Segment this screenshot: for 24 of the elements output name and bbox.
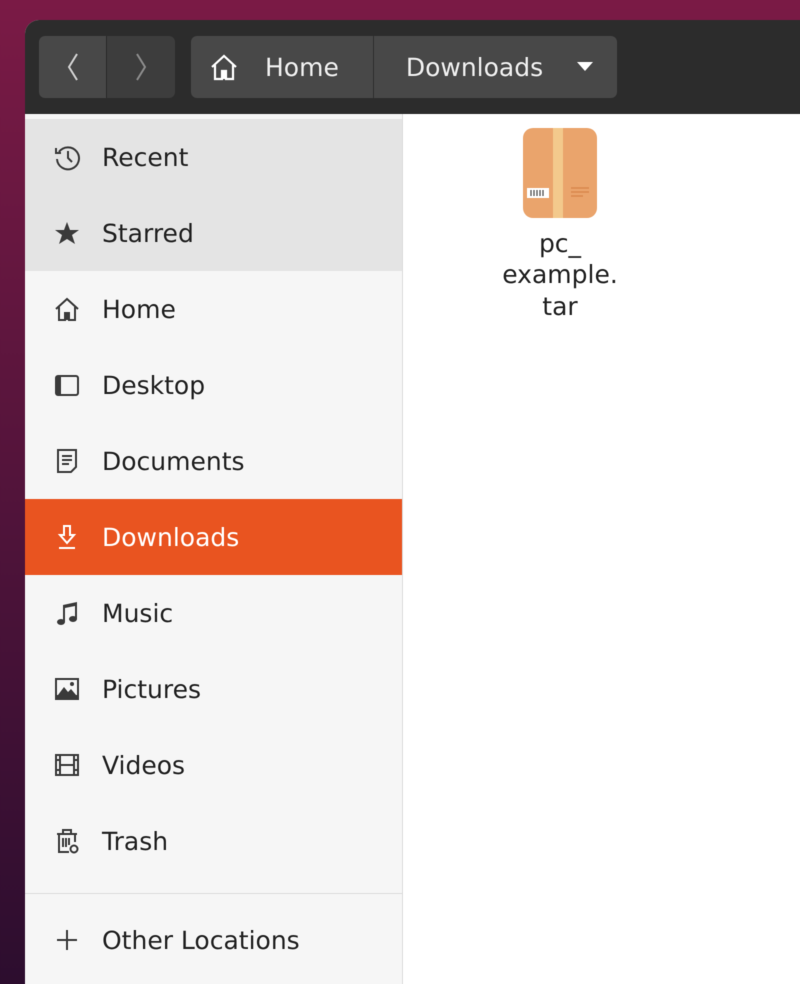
picture-icon bbox=[53, 675, 81, 703]
chevron-left-icon bbox=[66, 53, 78, 81]
sidebar-item[interactable]: Downloads bbox=[25, 499, 402, 575]
sidebar-item[interactable]: Trash bbox=[25, 803, 402, 879]
sidebar-item[interactable]: Other Locations bbox=[25, 894, 402, 984]
home-icon bbox=[53, 295, 81, 323]
sidebar-item[interactable]: Starred bbox=[25, 195, 402, 271]
sidebar-item[interactable]: Videos bbox=[25, 727, 402, 803]
sidebar-item[interactable]: Desktop bbox=[25, 347, 402, 423]
forward-button[interactable] bbox=[107, 36, 175, 98]
breadcrumb-button[interactable]: Home bbox=[191, 36, 373, 98]
home-icon bbox=[209, 52, 239, 82]
archive-icon bbox=[521, 126, 599, 220]
caret-icon bbox=[577, 62, 594, 72]
sidebar-item[interactable]: Home bbox=[25, 271, 402, 347]
breadcrumb-button[interactable]: Downloads bbox=[372, 36, 618, 98]
sidebar-item[interactable]: Music bbox=[25, 575, 402, 651]
film-icon bbox=[53, 751, 81, 779]
sidebar-item[interactable]: Documents bbox=[25, 423, 402, 499]
sidebar-item[interactable]: Pictures bbox=[25, 651, 402, 727]
sidebar-item[interactable]: Recent bbox=[25, 119, 402, 195]
file-name[interactable]: pc_example.tar bbox=[495, 228, 625, 322]
back-button[interactable] bbox=[39, 36, 107, 98]
chevron-right-icon bbox=[135, 53, 147, 81]
